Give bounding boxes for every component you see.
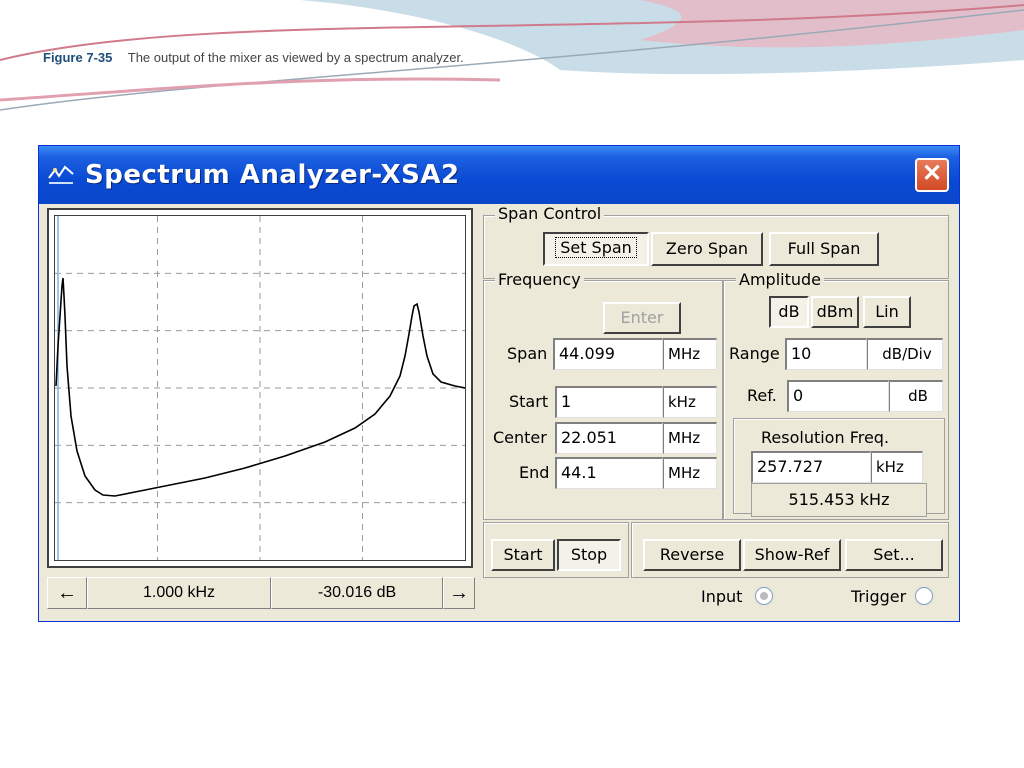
spectrum-display <box>47 208 473 568</box>
cursor-frequency: 1.000 kHz <box>87 577 271 609</box>
start-unit[interactable]: kHz <box>663 386 717 418</box>
end-label: End <box>519 463 550 482</box>
cursor-right-button[interactable]: → <box>443 577 475 609</box>
center-unit[interactable]: MHz <box>663 422 717 454</box>
full-span-button[interactable]: Full Span <box>769 232 879 266</box>
center-label: Center <box>493 428 547 447</box>
center-input[interactable]: 22.051 <box>555 422 663 454</box>
resolution-unit[interactable]: kHz <box>871 451 923 483</box>
reverse-button[interactable]: Reverse <box>643 539 741 571</box>
span-unit[interactable]: MHz <box>663 338 717 370</box>
title-bar[interactable]: Spectrum Analyzer-XSA2 ✕ <box>39 146 959 204</box>
frequency-label: Frequency <box>495 270 584 289</box>
spectrum-trace-svg <box>55 216 465 560</box>
end-input[interactable]: 44.1 <box>555 457 663 489</box>
ref-label: Ref. <box>747 386 777 405</box>
range-unit[interactable]: dB/Div <box>867 338 943 370</box>
window-title: Spectrum Analyzer-XSA2 <box>85 160 460 190</box>
span-input[interactable]: 44.099 <box>553 338 663 370</box>
input-radio[interactable] <box>755 587 773 605</box>
arrow-right-icon: → <box>449 582 469 604</box>
input-label: Input <box>701 587 743 606</box>
figure-caption: Figure 7-35 The output of the mixer as v… <box>43 50 464 65</box>
figure-label: Figure 7-35 <box>43 50 113 65</box>
trigger-radio[interactable] <box>915 587 933 605</box>
enter-button[interactable]: Enter <box>603 302 681 334</box>
spectrum-analyzer-app-icon <box>48 165 74 184</box>
cursor-level: -30.016 dB <box>271 577 443 609</box>
db-button[interactable]: dB <box>769 296 809 328</box>
close-button[interactable]: ✕ <box>915 158 949 192</box>
resolution-computed: 515.453 kHz <box>751 483 927 517</box>
stop-button[interactable]: Stop <box>557 539 621 571</box>
amplitude-label: Amplitude <box>736 270 824 289</box>
cursor-readout: ← 1.000 kHz -30.016 dB → <box>47 577 475 609</box>
arrow-left-icon: ← <box>57 582 77 604</box>
span-label: Span <box>507 344 548 363</box>
close-icon: ✕ <box>921 160 943 187</box>
range-label: Range <box>729 344 780 363</box>
resolution-input[interactable]: 257.727 <box>751 451 871 483</box>
range-input[interactable]: 10 <box>785 338 867 370</box>
spectrum-analyzer-window: Spectrum Analyzer-XSA2 ✕ ← 1.000 kHz -30… <box>38 145 960 622</box>
ref-input[interactable]: 0 <box>787 380 889 412</box>
zero-span-button[interactable]: Zero Span <box>651 232 763 266</box>
start-button[interactable]: Start <box>491 539 555 571</box>
spectrum-plot-area[interactable] <box>54 215 466 561</box>
lin-button[interactable]: Lin <box>863 296 911 328</box>
ref-unit[interactable]: dB <box>889 380 943 412</box>
trigger-label: Trigger <box>851 587 907 606</box>
dbm-button[interactable]: dBm <box>811 296 859 328</box>
cursor-left-button[interactable]: ← <box>47 577 87 609</box>
start-input[interactable]: 1 <box>555 386 663 418</box>
set-span-button[interactable]: Set Span <box>543 232 649 266</box>
show-ref-button[interactable]: Show-Ref <box>743 539 841 571</box>
set-button[interactable]: Set... <box>845 539 943 571</box>
caption-text: The output of the mixer as viewed by a s… <box>127 50 464 65</box>
resolution-label: Resolution Freq. <box>761 428 890 447</box>
start-label: Start <box>509 392 549 411</box>
end-unit[interactable]: MHz <box>663 457 717 489</box>
span-control-label: Span Control <box>495 204 605 223</box>
